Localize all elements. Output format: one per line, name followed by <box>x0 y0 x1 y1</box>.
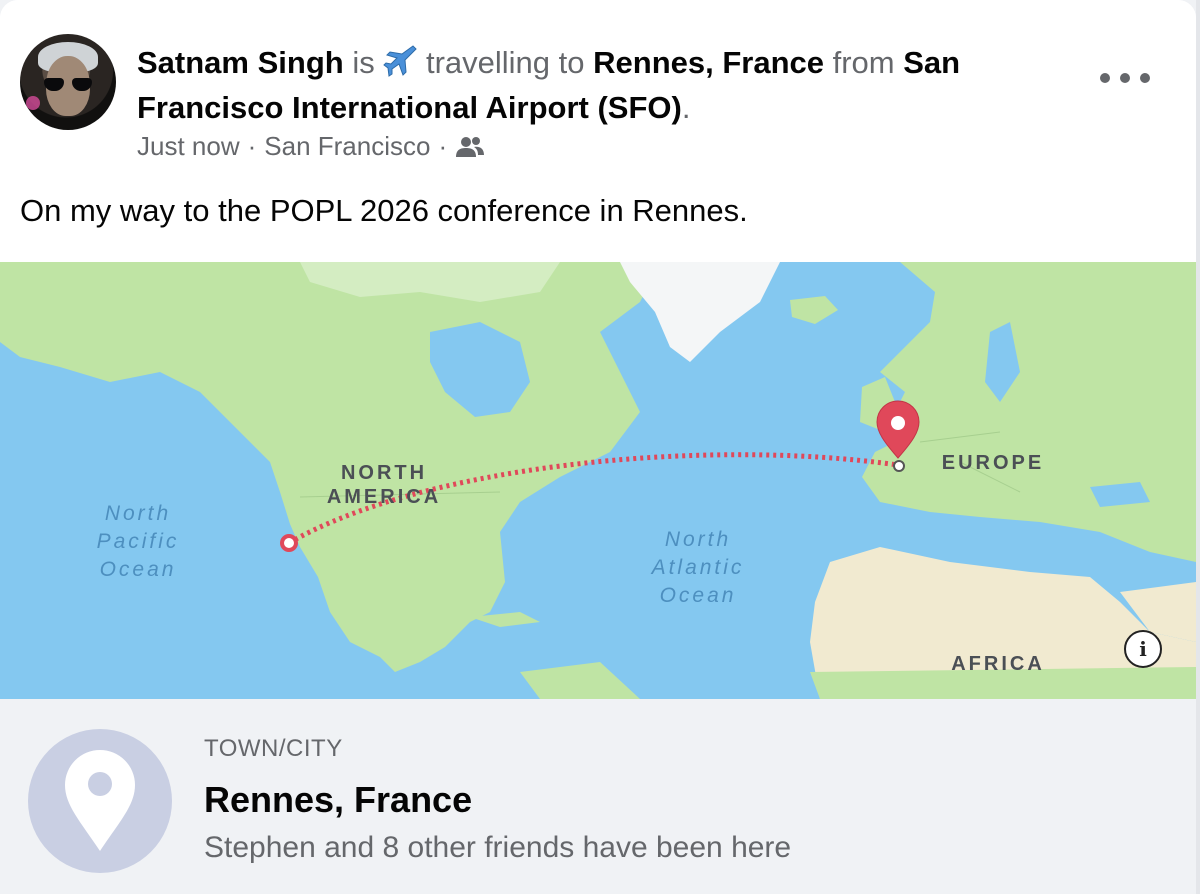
avatar-light <box>26 96 40 110</box>
destination-link[interactable]: Rennes, France <box>593 45 824 80</box>
headline-from: from <box>832 45 895 80</box>
post-text: On my way to the POPL 2026 conference in… <box>20 193 748 228</box>
place-icon-circle <box>28 729 172 873</box>
post-header: Satnam Singh is travelling to Rennes, Fr… <box>0 0 1196 262</box>
author-avatar[interactable] <box>20 34 116 130</box>
post-card: Satnam Singh is travelling to Rennes, Fr… <box>0 0 1196 894</box>
more-options-icon <box>1100 73 1110 83</box>
card-edge <box>1196 0 1200 894</box>
avatar-sunglasses <box>44 78 92 92</box>
place-friends-visited: Stephen and 8 other friends have been he… <box>204 831 792 864</box>
post-meta: Just now · San Francisco · <box>137 131 485 162</box>
map-label-africa: AFRICA <box>951 653 1045 675</box>
more-options-button[interactable] <box>1100 68 1150 88</box>
map-canvas <box>0 262 1196 699</box>
place-card[interactable]: TOWN/CITY Rennes, France Stephen and 8 o… <box>0 699 1196 894</box>
map-label-north-america: NORTH AMERICA <box>326 462 442 508</box>
meta-separator: · <box>438 131 448 161</box>
headline-period: . <box>681 90 691 125</box>
origin-marker <box>280 534 298 552</box>
place-name[interactable]: Rennes, France <box>204 779 472 821</box>
post-headline: Satnam Singh is travelling to Rennes, Fr… <box>137 40 1067 130</box>
post-location[interactable]: San Francisco <box>264 131 430 162</box>
author-name[interactable]: Satnam Singh <box>137 45 344 80</box>
destination-dot <box>893 460 905 472</box>
map-label-north-atlantic: North Atlantic Ocean <box>651 528 745 607</box>
meta-separator: · <box>247 131 257 161</box>
place-type: TOWN/CITY <box>204 735 343 762</box>
map-info-button[interactable]: i <box>1124 630 1162 668</box>
headline-activity: travelling to <box>425 45 585 80</box>
map-label-north-pacific: North Pacific Ocean <box>96 502 180 581</box>
map-label-europe: EUROPE <box>941 452 1045 474</box>
post-timestamp[interactable]: Just now <box>137 131 240 162</box>
headline-verb: is <box>352 45 375 80</box>
airplane-icon <box>383 45 418 77</box>
location-pin-icon <box>65 750 135 851</box>
route-map[interactable]: NORTH AMERICA EUROPE AFRICA North Pacifi… <box>0 262 1196 699</box>
friends-icon[interactable] <box>455 135 485 159</box>
info-icon: i <box>1139 637 1147 661</box>
